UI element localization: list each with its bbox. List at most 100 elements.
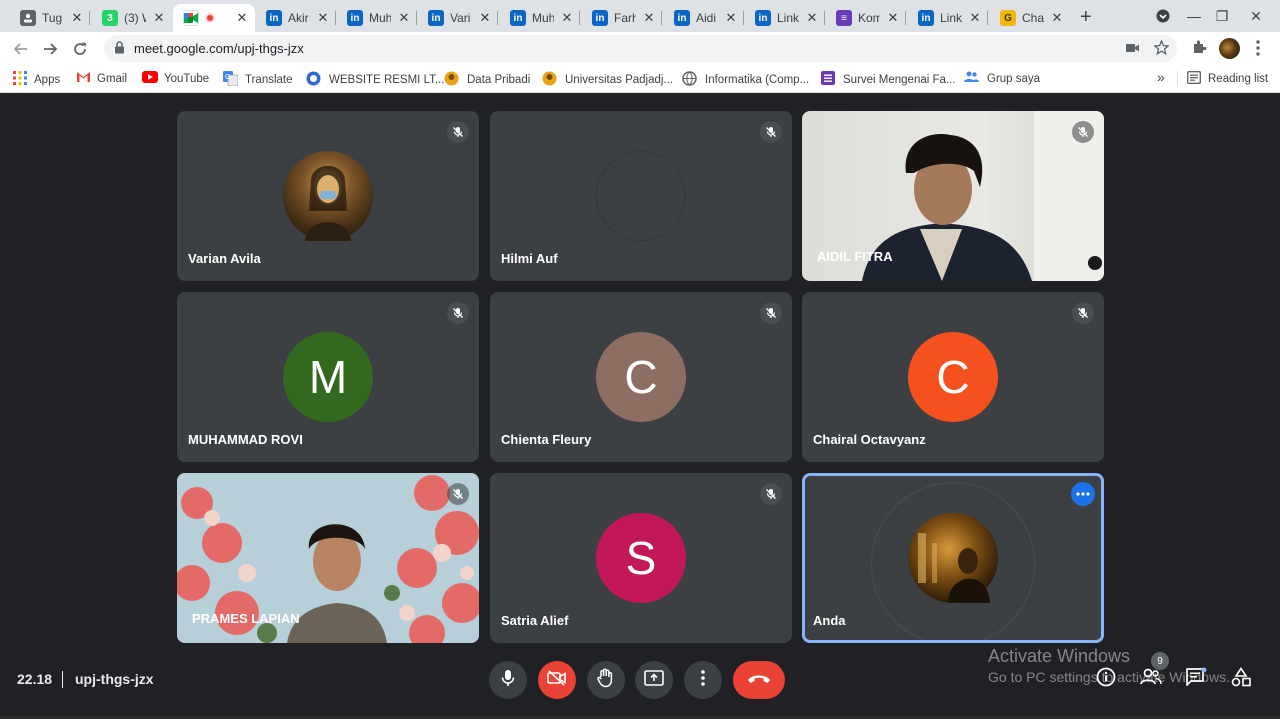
tab-tugas[interactable]: Tug ✕ <box>10 4 90 32</box>
bookmark-grup-saya[interactable]: Grup saya <box>964 71 1040 86</box>
more-options-button[interactable] <box>1071 482 1095 506</box>
linkedin-icon: in <box>428 10 444 26</box>
tab-linkedin-5[interactable]: in Farh ✕ <box>582 4 662 32</box>
lock-icon[interactable] <box>114 41 125 59</box>
bookmark-label: Informatika (Comp... <box>705 74 810 86</box>
tab-search-icon[interactable] <box>1150 0 1176 32</box>
tab-linkedin-7[interactable]: in Link ✕ <box>745 4 825 32</box>
tab-linkedin-4[interactable]: in Muh ✕ <box>500 4 580 32</box>
reading-list-icon <box>1187 71 1201 87</box>
bookmark-universitas[interactable]: Universitas Padjadj... <box>542 71 673 89</box>
raise-hand-button[interactable] <box>587 661 625 699</box>
restore-icon[interactable]: ❐ <box>1208 0 1236 32</box>
recording-icon <box>205 13 215 23</box>
doc-icon <box>20 10 36 26</box>
raise-hand-icon <box>597 668 615 693</box>
self-tile[interactable]: Anda <box>802 473 1104 643</box>
bookmark-star-icon[interactable] <box>1153 39 1170 60</box>
bookmark-translate[interactable]: G Translate <box>223 71 293 89</box>
more-bookmarks-button[interactable]: » <box>1157 69 1165 85</box>
avatar <box>908 513 998 603</box>
participants-button[interactable] <box>1138 666 1164 692</box>
browser-toolbar: meet.google.com/upj-thgs-jzx <box>0 32 1280 65</box>
bookmark-youtube[interactable]: YouTube <box>142 71 209 86</box>
info-icon <box>1096 667 1116 692</box>
participant-video-tile[interactable]: AIDIL FITRA <box>802 111 1104 281</box>
close-icon[interactable]: ✕ <box>805 10 819 26</box>
tab-linkedin-3[interactable]: in Vari ✕ <box>418 4 498 32</box>
close-icon[interactable]: ✕ <box>235 10 249 26</box>
globe-icon <box>682 71 697 89</box>
tab-label: Akir <box>288 11 309 25</box>
bookmark-website-resmi[interactable]: WEBSITE RESMI LT... <box>306 71 444 89</box>
tab-form[interactable]: ≡ Kom ✕ <box>826 4 906 32</box>
chrome-menu-icon[interactable] <box>1256 40 1260 61</box>
bookmark-label: Survei Mengenai Fa... <box>843 73 956 86</box>
close-icon[interactable]: ✕ <box>642 10 656 26</box>
meeting-details-button[interactable] <box>1093 666 1119 692</box>
tab-linkedin-2[interactable]: in Muh ✕ <box>337 4 417 32</box>
svg-text:G: G <box>225 74 230 81</box>
reading-list-button[interactable]: Reading list <box>1187 71 1268 87</box>
participant-tile[interactable]: Hilmi Auf <box>490 111 792 281</box>
close-icon[interactable]: ✕ <box>152 10 166 26</box>
chat-button[interactable] <box>1183 666 1209 692</box>
mic-off-icon <box>447 483 469 505</box>
participant-tile[interactable]: S Satria Alief <box>490 473 792 643</box>
tab-linkedin-1[interactable]: in Akir ✕ <box>256 4 336 32</box>
close-icon[interactable]: ✕ <box>968 10 982 26</box>
activate-windows-title: Activate Windows <box>988 646 1131 666</box>
tab-whatsapp[interactable]: 3 (3) W ✕ <box>92 4 172 32</box>
bookmark-informatika[interactable]: Informatika (Comp... <box>682 71 809 89</box>
activities-button[interactable] <box>1228 666 1254 692</box>
address-bar[interactable]: meet.google.com/upj-thgs-jzx <box>104 35 1177 62</box>
participant-video-tile[interactable]: PRAMES LAPIAN <box>177 473 479 643</box>
back-icon[interactable] <box>8 36 34 62</box>
reload-icon[interactable] <box>67 36 93 62</box>
close-icon[interactable]: ✕ <box>1050 10 1064 26</box>
participant-tile[interactable]: C Chienta Fleury <box>490 292 792 462</box>
close-icon[interactable]: ✕ <box>478 10 492 26</box>
tab-separator <box>579 11 580 25</box>
profile-avatar[interactable] <box>1219 38 1240 59</box>
mic-off-icon <box>760 483 782 505</box>
tab-linkedin-8[interactable]: in Link ✕ <box>908 4 988 32</box>
tab-meet-active[interactable]: ✕ <box>173 4 255 32</box>
tab-separator <box>987 11 988 25</box>
mic-off-icon <box>1072 121 1094 143</box>
tab-linkedin-6[interactable]: in Aidi ✕ <box>664 4 744 32</box>
more-options-button[interactable] <box>684 661 722 699</box>
bookmark-survei[interactable]: Survei Mengenai Fa... <box>821 71 956 88</box>
participant-name: Satria Alief <box>501 613 569 628</box>
close-icon[interactable]: ✕ <box>316 10 330 26</box>
forward-icon[interactable] <box>37 36 63 62</box>
tab-label: Cha <box>1022 11 1044 25</box>
participant-tile[interactable]: Varian Avila <box>177 111 479 281</box>
bookmark-label: Gmail <box>97 72 128 85</box>
participant-tile[interactable]: C Chairal Octavyanz <box>802 292 1104 462</box>
camera-button[interactable] <box>538 661 576 699</box>
participant-name: Varian Avila <box>188 251 261 266</box>
extensions-icon[interactable] <box>1192 39 1207 59</box>
leave-call-button[interactable] <box>733 661 785 699</box>
hangup-icon <box>747 671 771 689</box>
new-tab-button[interactable]: + <box>1080 6 1092 29</box>
close-icon[interactable]: ✕ <box>724 10 738 26</box>
minimize-icon[interactable]: — <box>1180 0 1208 32</box>
tab-yellow[interactable]: G Cha ✕ <box>990 4 1070 32</box>
close-icon[interactable]: ✕ <box>397 10 411 26</box>
bookmark-gmail[interactable]: Gmail <box>76 71 127 86</box>
tab-separator <box>416 11 417 25</box>
present-button[interactable] <box>635 661 673 699</box>
camera-in-use-icon[interactable] <box>1126 41 1140 59</box>
close-icon[interactable]: ✕ <box>886 10 900 26</box>
bookmark-data-pribadi[interactable]: Data Pribadi <box>444 71 530 89</box>
participant-tile[interactable]: M MUHAMMAD ROVI <box>177 292 479 462</box>
bookmark-apps[interactable]: Apps <box>13 71 60 88</box>
mic-button[interactable] <box>489 661 527 699</box>
close-icon[interactable]: ✕ <box>560 10 574 26</box>
window-close-icon[interactable]: ✕ <box>1236 0 1276 32</box>
close-icon[interactable]: ✕ <box>70 10 84 26</box>
camera-off-icon <box>547 669 567 691</box>
linkedin-icon: in <box>674 10 690 26</box>
